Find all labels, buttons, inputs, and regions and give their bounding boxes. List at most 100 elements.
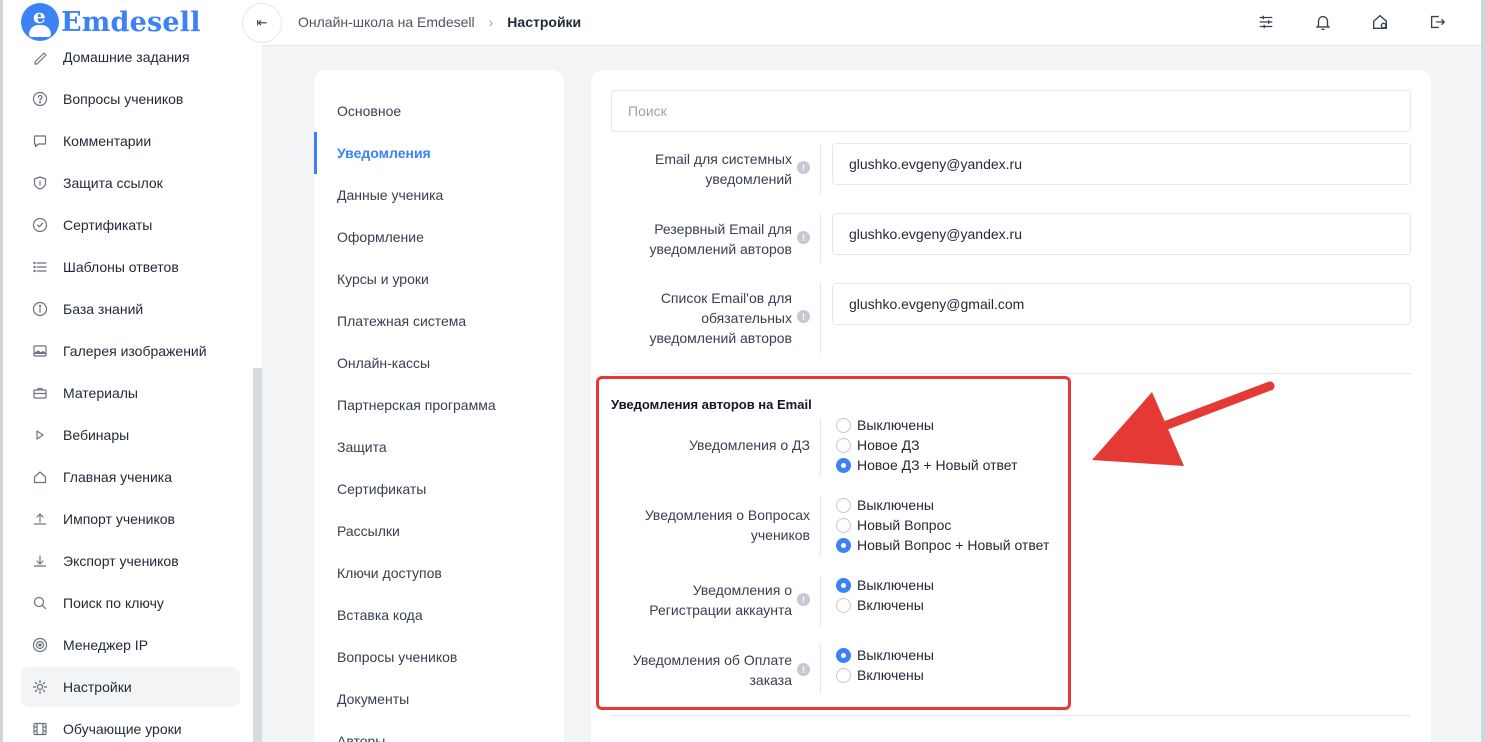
topbar: ⇤ Онлайн-школа на Emdesell › Настройки — [242, 0, 1486, 46]
info-icon — [32, 301, 48, 317]
settings-menu-item[interactable]: Курсы и уроки — [314, 258, 564, 300]
logout-icon[interactable] — [1427, 12, 1447, 32]
gear-icon — [32, 679, 48, 695]
sidebar: e Emdesell Домашние задания Вопросы учени… — [0, 0, 262, 742]
sidebar-item-label: Комментарии — [63, 133, 152, 149]
play-icon — [32, 427, 48, 443]
sidebar-item[interactable]: Экспорт учеников — [21, 541, 240, 581]
mandatory-emails-label: Список Email'ов для обязательных уведомл… — [649, 290, 792, 346]
sidebar-item-label: Обучающие уроки — [63, 721, 182, 737]
sidebar-item[interactable]: Вопросы учеников — [21, 79, 240, 119]
settings-menu-item[interactable]: Сертификаты — [314, 468, 564, 510]
sidebar-item[interactable]: Импорт учеников — [21, 499, 240, 539]
breadcrumb-school[interactable]: Онлайн-школа на Emdesell — [298, 14, 475, 30]
sidebar-item-label: Импорт учеников — [63, 511, 175, 527]
comment-icon — [32, 133, 48, 149]
field-divider — [820, 144, 821, 194]
sidebar-item-label: Галерея изображений — [63, 343, 207, 359]
settings-menu-item[interactable]: Вопросы учеников — [314, 636, 564, 678]
breadcrumb: Онлайн-школа на Emdesell › Настройки — [298, 14, 581, 30]
system-email-input[interactable]: glushko.evgeny@yandex.ru — [832, 143, 1411, 185]
check-circle-icon — [32, 217, 48, 233]
settings-menu-item[interactable]: Данные ученика — [314, 174, 564, 216]
list-icon — [32, 259, 48, 275]
settings-menu-item[interactable]: Защита — [314, 426, 564, 468]
sidebar-item[interactable]: Вебинары — [21, 415, 240, 455]
sidebar-item[interactable]: Домашние задания — [21, 37, 240, 77]
briefcase-icon — [32, 385, 48, 401]
sidebar-item[interactable]: Галерея изображений — [21, 331, 240, 371]
section-divider — [611, 373, 1411, 374]
settings-menu-item[interactable]: Рассылки — [314, 510, 564, 552]
system-email-label: Email для системных уведомлений — [655, 151, 792, 187]
settings-menu-item[interactable]: Авторы — [314, 720, 564, 742]
sidebar-item[interactable]: Комментарии — [21, 121, 240, 161]
sidebar-item-label: Экспорт учеников — [63, 553, 179, 569]
settings-menu-item[interactable]: Партнерская программа — [314, 384, 564, 426]
logo-icon: e — [21, 3, 59, 41]
settings-menu: Основное Уведомления Данные ученика Оформле… — [314, 70, 564, 742]
search-icon — [32, 595, 48, 611]
sidebar-item-label: Шаблоны ответов — [63, 259, 179, 275]
sidebar-item[interactable]: Защита ссылок — [21, 163, 240, 203]
section-divider — [611, 715, 1411, 716]
notifications-settings-panel: Email для системных уведомлений ! glushk… — [591, 70, 1431, 742]
shield-icon — [32, 175, 48, 191]
field-divider — [820, 283, 821, 353]
sidebar-item[interactable]: Сертификаты — [21, 205, 240, 245]
sidebar-item-label: База знаний — [63, 301, 144, 317]
breadcrumb-current: Настройки — [507, 14, 582, 30]
sidebar-scrollbar[interactable] — [253, 368, 262, 742]
home-icon — [32, 469, 48, 485]
settings-menu-item[interactable]: Уведомления — [314, 132, 564, 174]
collapse-icon: ⇤ — [256, 15, 268, 30]
settings-menu-item[interactable]: Вставка кода — [314, 594, 564, 636]
sidebar-item[interactable]: Главная ученика — [21, 457, 240, 497]
sidebar-item[interactable]: Материалы — [21, 373, 240, 413]
brand-name: Emdesell — [61, 6, 201, 38]
sidebar-item-label: Сертификаты — [63, 217, 153, 233]
search-input[interactable] — [611, 90, 1411, 132]
info-icon[interactable]: ! — [797, 310, 810, 323]
sidebar-item[interactable]: База знаний — [21, 289, 240, 329]
brand-logo[interactable]: e Emdesell — [21, 2, 201, 42]
info-icon[interactable]: ! — [797, 161, 810, 174]
collapse-sidebar-button[interactable]: ⇤ — [242, 3, 282, 43]
download-icon — [32, 553, 48, 569]
sidebar-item-label: Главная ученика — [63, 469, 173, 485]
annotation-highlight-box — [596, 376, 1071, 710]
sidebar-item[interactable]: Менеджер IP — [21, 625, 240, 665]
image-icon — [32, 343, 48, 359]
field-divider — [820, 213, 821, 263]
settings-menu-item[interactable]: Оформление — [314, 216, 564, 258]
settings-menu-item[interactable]: Документы — [314, 678, 564, 720]
backup-email-input[interactable]: glushko.evgeny@yandex.ru — [832, 213, 1411, 255]
settings-menu-item[interactable]: Онлайн-кассы — [314, 342, 564, 384]
sidebar-item-label: Менеджер IP — [63, 637, 149, 653]
sidebar-item-label: Вебинары — [63, 427, 130, 443]
mandatory-emails-input[interactable]: glushko.evgeny@gmail.com — [832, 283, 1411, 325]
window-edge — [1481, 0, 1486, 742]
sidebar-item-label: Поиск по ключу — [63, 595, 164, 611]
backup-email-label: Резервный Email для уведомлений авторов — [649, 221, 792, 257]
sidebar-item-label: Домашние задания — [63, 49, 190, 65]
upload-icon — [32, 511, 48, 527]
bell-icon[interactable] — [1313, 12, 1333, 32]
sidebar-item[interactable]: Настройки — [21, 667, 240, 707]
film-icon — [32, 721, 48, 737]
chevron-right-icon: › — [488, 14, 494, 30]
sidebar-item-label: Защита ссылок — [63, 175, 163, 191]
settings-menu-item[interactable]: Ключи доступов — [314, 552, 564, 594]
home-gear-icon[interactable] — [1370, 12, 1390, 32]
sidebar-item[interactable]: Поиск по ключу — [21, 583, 240, 623]
question-icon — [32, 91, 48, 107]
sidebar-item-label: Вопросы учеников — [63, 91, 184, 107]
settings-menu-item[interactable]: Платежная система — [314, 300, 564, 342]
sliders-icon[interactable] — [1256, 12, 1276, 32]
sidebar-item[interactable]: Обучающие уроки — [21, 709, 240, 742]
sidebar-item-label: Материалы — [63, 385, 138, 401]
info-icon[interactable]: ! — [797, 231, 810, 244]
sidebar-item[interactable]: Шаблоны ответов — [21, 247, 240, 287]
annotation-arrow-icon — [1092, 381, 1275, 466]
settings-menu-item[interactable]: Основное — [314, 90, 564, 132]
